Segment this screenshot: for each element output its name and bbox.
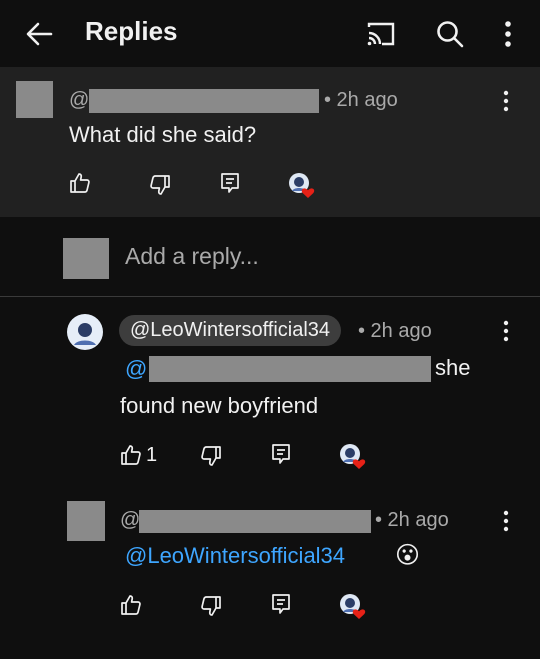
redacted-username (139, 510, 371, 533)
add-reply-input[interactable]: Add a reply... (125, 243, 259, 270)
back-arrow-icon[interactable] (24, 19, 54, 49)
emoji: 😮 (395, 542, 421, 569)
like-count: 1 (146, 444, 158, 466)
avatar[interactable] (67, 314, 103, 350)
comment-author[interactable]: @ (69, 89, 89, 112)
comment-text-line1: she (435, 355, 471, 380)
more-vert-icon[interactable] (500, 19, 516, 49)
reply-icon[interactable] (269, 442, 293, 466)
redacted-username (89, 89, 319, 113)
page-title: Replies (85, 16, 178, 46)
avatar[interactable] (16, 81, 53, 118)
avatar[interactable] (67, 501, 105, 541)
dislike-icon[interactable] (148, 173, 172, 197)
comment-more-icon[interactable] (500, 509, 512, 533)
mention-link[interactable]: @ (125, 353, 147, 385)
parent-comment: @ • 2h ago What did she said? (0, 67, 540, 217)
reply-icon[interactable] (269, 592, 293, 616)
like-icon[interactable] (68, 171, 92, 195)
mention-link[interactable]: @LeoWintersofficial34 (125, 540, 345, 572)
app-bar: Replies (0, 0, 540, 67)
creator-heart-icon (340, 444, 366, 469)
reply-icon[interactable] (218, 171, 242, 195)
cast-icon[interactable] (366, 20, 396, 48)
comment-author[interactable]: @ (120, 509, 140, 532)
redacted-mention (149, 356, 431, 382)
like-icon[interactable] (119, 443, 143, 467)
add-reply-row: Add a reply... (0, 217, 540, 297)
search-icon[interactable] (435, 19, 465, 49)
comment-more-icon[interactable] (500, 89, 512, 113)
author-chip[interactable]: @LeoWintersofficial34 (119, 315, 342, 346)
comment-timestamp: • 2h ago (324, 89, 398, 111)
comment-timestamp: • 2h ago (375, 509, 449, 531)
current-user-avatar (63, 238, 109, 279)
comment-more-icon[interactable] (500, 319, 512, 343)
creator-heart-icon (289, 173, 315, 198)
comment-text-line2: found new boyfriend (120, 393, 319, 418)
dislike-icon[interactable] (199, 444, 223, 468)
comment-timestamp: • 2h ago (358, 320, 432, 342)
creator-heart-icon (340, 594, 366, 619)
like-icon[interactable] (119, 593, 143, 617)
dislike-icon[interactable] (199, 594, 223, 618)
comment-text: What did she said? (69, 122, 257, 147)
